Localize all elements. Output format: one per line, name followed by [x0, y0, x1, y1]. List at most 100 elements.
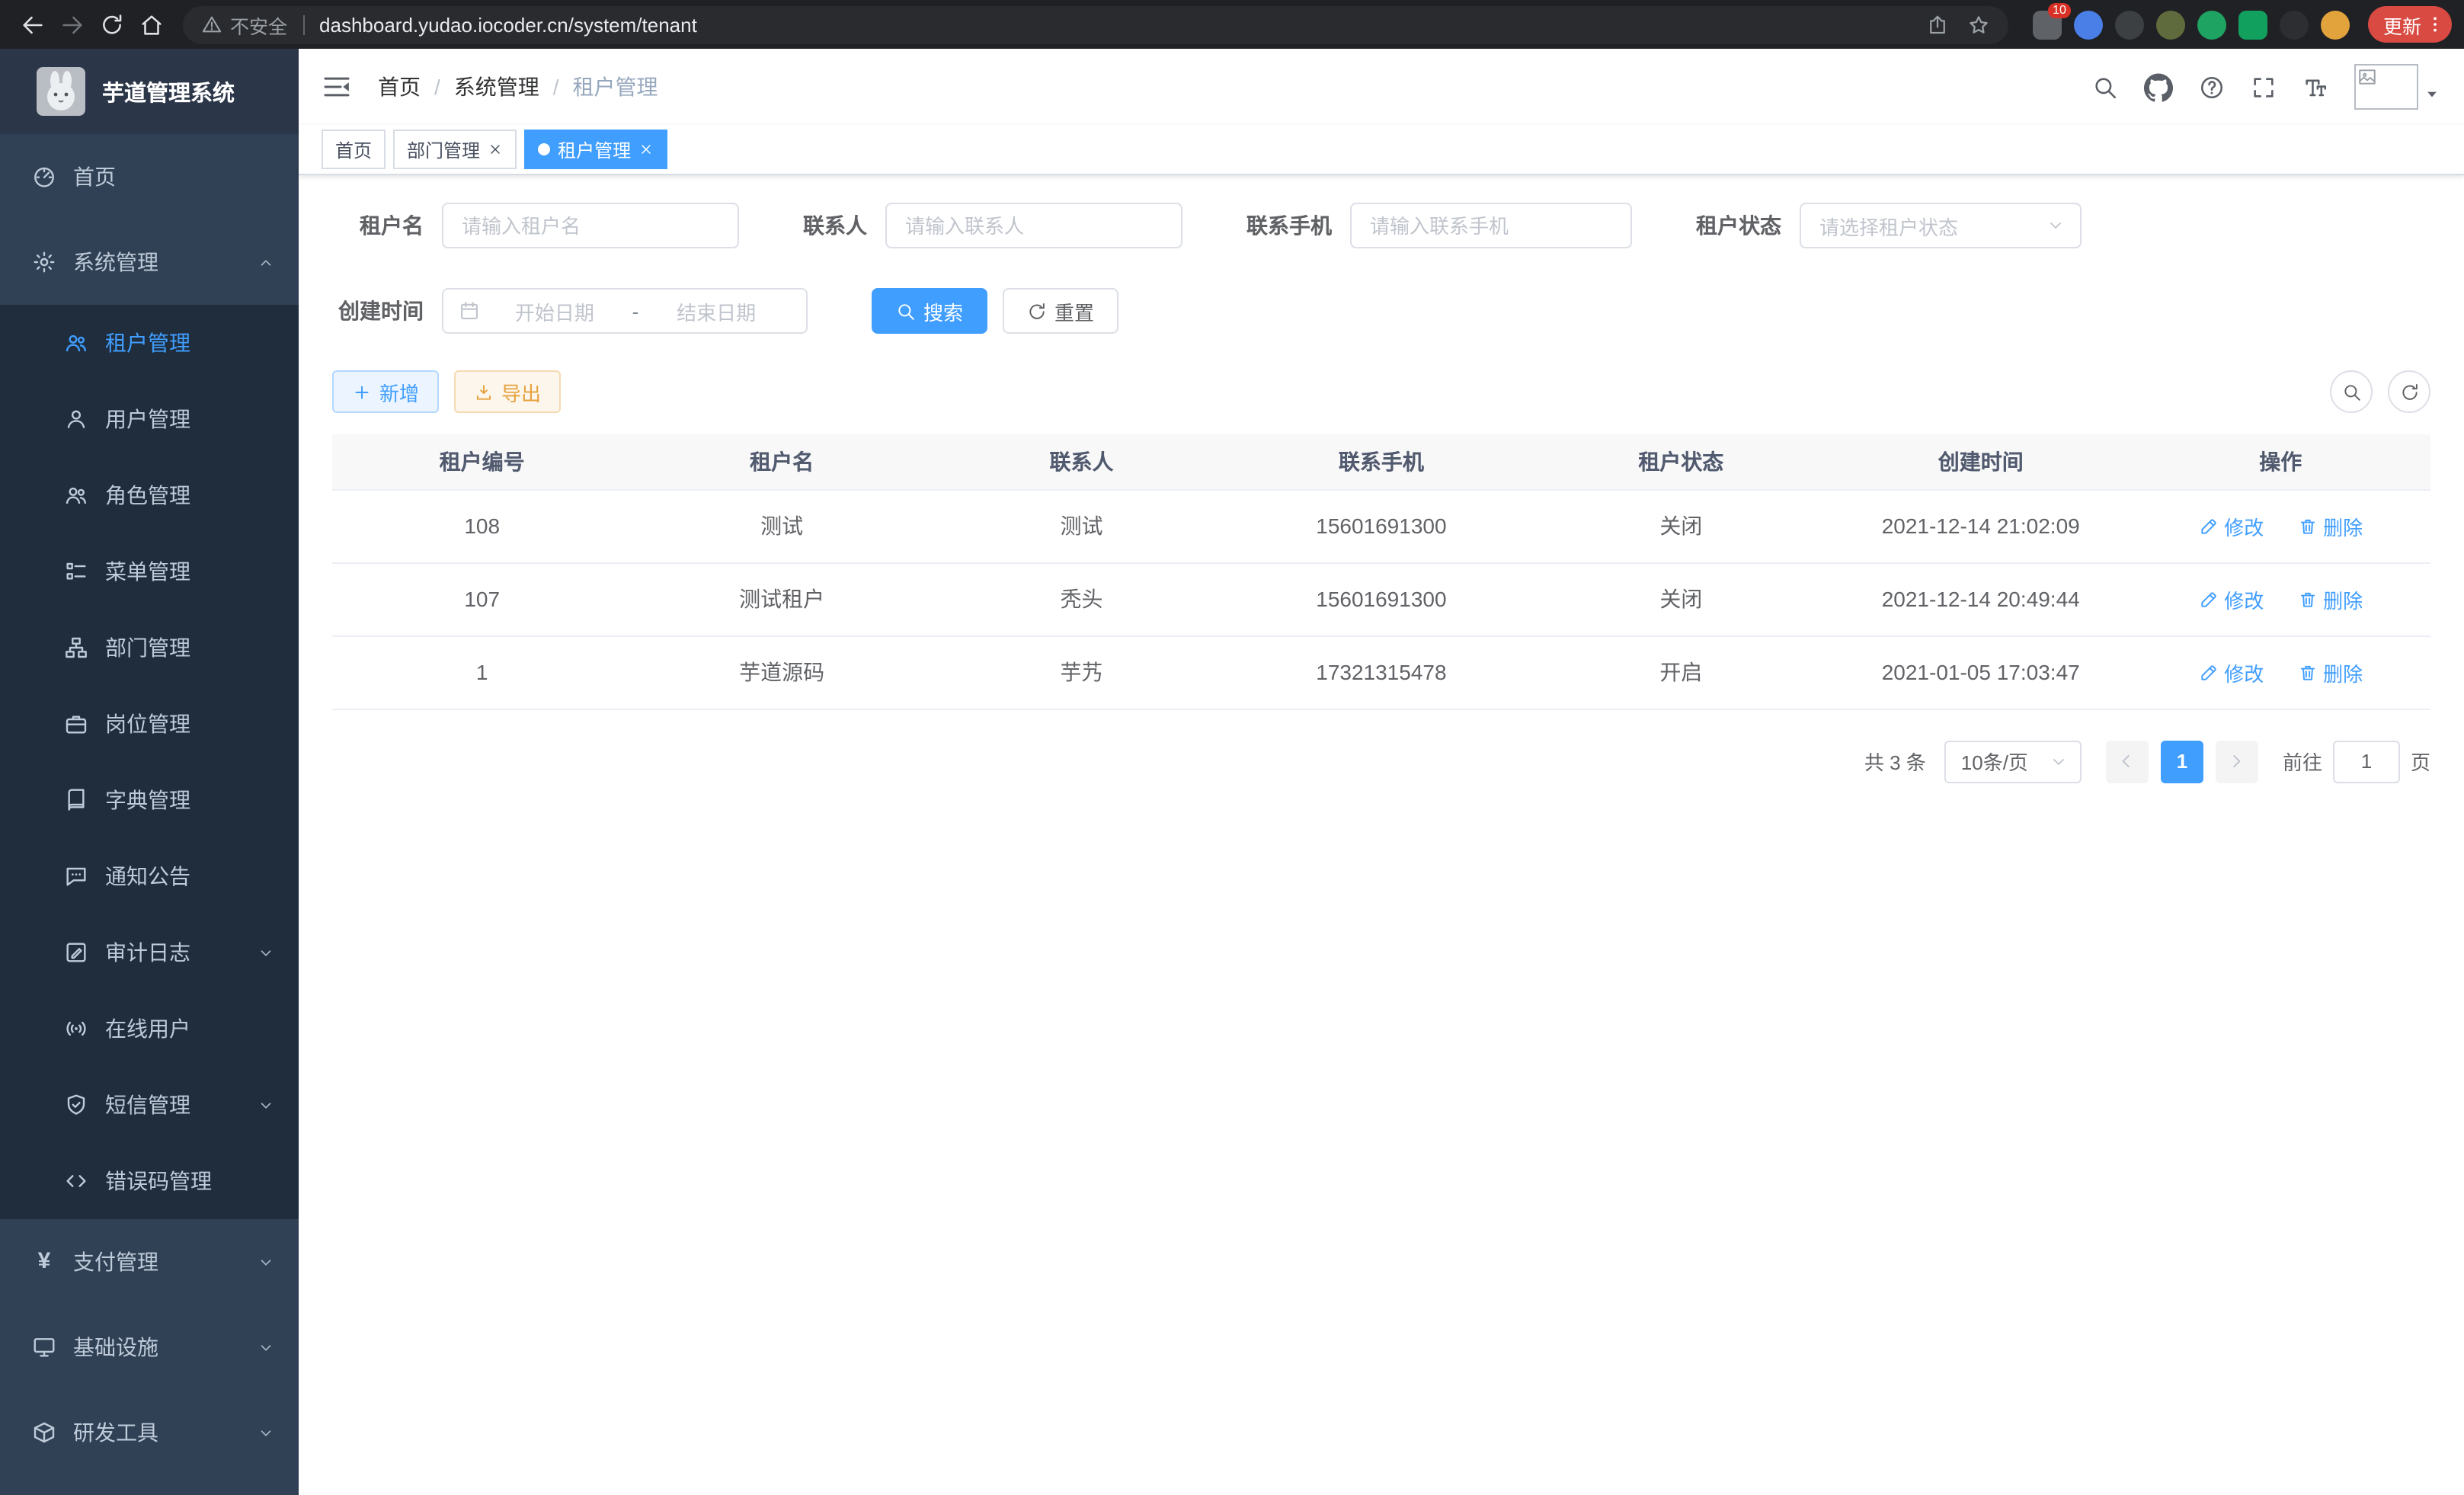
page-size-select[interactable]: 10条/页 [1944, 740, 2082, 783]
extension-icon[interactable] [2238, 10, 2267, 39]
browser-home-button[interactable] [131, 5, 171, 44]
sidebar-item-post[interactable]: 岗位管理 [0, 686, 299, 762]
sidebar-toggle-button[interactable] [322, 70, 355, 104]
sidebar-group-audit-log[interactable]: 审计日志 [0, 914, 299, 991]
delete-link[interactable]: 删除 [2297, 511, 2363, 540]
breadcrumb-separator: / [434, 75, 440, 99]
sidebar-group-sms[interactable]: 短信管理 [0, 1067, 299, 1143]
sidebar-item-role[interactable]: 角色管理 [0, 457, 299, 533]
sidebar-item-home[interactable]: 首页 [0, 134, 299, 219]
sidebar-item-dept[interactable]: 部门管理 [0, 610, 299, 686]
back-icon [19, 11, 45, 37]
refresh-icon [2399, 382, 2419, 402]
tab-tenant[interactable]: 租户管理 [524, 130, 667, 169]
browser-forward-button[interactable] [52, 5, 91, 44]
edit-link[interactable]: 修改 [2198, 658, 2264, 687]
share-icon[interactable] [1926, 13, 1949, 36]
page-number-button[interactable]: 1 [2161, 740, 2203, 783]
puzzle-extensions-icon[interactable] [2280, 10, 2309, 39]
table-row[interactable]: 107 测试租户 秃头 15601691300 关闭 2021-12-14 20… [332, 562, 2430, 635]
page-content: 租户名 联系人 联系手机 租户状态 [299, 175, 2464, 1495]
tenant-name-input[interactable] [442, 203, 739, 248]
sidebar-group-pay[interactable]: ¥ 支付管理 [0, 1219, 299, 1305]
phone-input[interactable] [1350, 203, 1632, 248]
fullscreen-button[interactable] [2251, 74, 2277, 100]
next-page-button[interactable] [2216, 740, 2258, 783]
browser-update-button[interactable]: 更新 [2368, 6, 2452, 43]
sidebar-group-devtool[interactable]: 研发工具 [0, 1390, 299, 1475]
font-size-button[interactable] [2302, 74, 2328, 100]
delete-link[interactable]: 删除 [2297, 584, 2363, 613]
security-status[interactable]: 不安全 [201, 10, 287, 39]
extension-icon[interactable]: 10 [2033, 10, 2062, 39]
sidebar-group-infra[interactable]: 基础设施 [0, 1305, 299, 1390]
table-header-row: 租户编号 租户名 联系人 联系手机 租户状态 创建时间 操作 [332, 434, 2430, 489]
app-title: 芋道管理系统 [102, 75, 235, 107]
sidebar-item-errcode[interactable]: 错误码管理 [0, 1143, 299, 1219]
sidebar-item-label: 字典管理 [105, 785, 190, 815]
refresh-table-button[interactable] [2388, 370, 2430, 413]
close-icon[interactable] [488, 142, 503, 157]
sidebar-group-system[interactable]: 系统管理 [0, 219, 299, 305]
sidebar-item-label: 支付管理 [73, 1247, 158, 1277]
sidebar-item-user[interactable]: 用户管理 [0, 381, 299, 457]
delete-link[interactable]: 删除 [2297, 658, 2363, 687]
tenant-name-label: 租户名 [332, 210, 424, 241]
created-cell: 2021-12-14 21:02:09 [1831, 489, 2130, 562]
search-button[interactable]: 搜索 [872, 288, 987, 334]
contact-cell: 测试 [932, 489, 1231, 562]
prev-page-button[interactable] [2106, 740, 2149, 783]
user-menu[interactable] [2354, 64, 2440, 110]
status-select[interactable]: 请选择租户状态 [1800, 203, 2082, 248]
extension-icon[interactable] [2156, 10, 2185, 39]
chevron-down-icon [258, 944, 274, 961]
export-button[interactable]: 导出 [454, 370, 561, 413]
browser-back-button[interactable] [12, 5, 52, 44]
tab-dept[interactable]: 部门管理 [393, 130, 517, 169]
contact-cell: 芋艿 [932, 635, 1231, 709]
extension-icon[interactable] [2197, 10, 2226, 39]
url-text[interactable]: dashboard.yudao.iocoder.cn/system/tenant [319, 13, 1926, 36]
sidebar-item-dict[interactable]: 字典管理 [0, 762, 299, 838]
tab-home[interactable]: 首页 [322, 130, 386, 169]
peoples-icon [64, 331, 88, 355]
sidebar-item-tenant[interactable]: 租户管理 [0, 305, 299, 381]
profile-avatar-icon[interactable] [2321, 10, 2350, 39]
navbar-tools [2092, 64, 2464, 110]
sidebar-item-menu[interactable]: 菜单管理 [0, 533, 299, 610]
contact-input[interactable] [885, 203, 1182, 248]
extension-icon[interactable] [2074, 10, 2103, 39]
add-button[interactable]: 新增 [332, 370, 439, 413]
code-icon [64, 1169, 88, 1193]
toggle-search-button[interactable] [2330, 370, 2373, 413]
breadcrumb-system: 系统管理 [454, 72, 539, 102]
address-bar[interactable]: 不安全 dashboard.yudao.iocoder.cn/system/te… [183, 5, 2008, 43]
edit-link[interactable]: 修改 [2198, 584, 2264, 613]
browser-reload-button[interactable] [91, 5, 131, 44]
star-bookmark-icon[interactable] [1967, 13, 1990, 36]
github-link[interactable] [2144, 72, 2173, 101]
sidebar-item-online-user[interactable]: 在线用户 [0, 991, 299, 1067]
form-icon [64, 940, 88, 965]
header-search-button[interactable] [2092, 74, 2118, 100]
edit-link[interactable]: 修改 [2198, 511, 2264, 540]
chevron-down-icon [2046, 216, 2065, 235]
help-doc-button[interactable] [2199, 74, 2225, 100]
extension-icon[interactable] [2115, 10, 2144, 39]
sidebar-item-label: 在线用户 [105, 1013, 190, 1044]
shield-icon [64, 1093, 88, 1117]
created-cell: 2021-01-05 17:03:47 [1831, 635, 2130, 709]
broken-image-icon [2357, 67, 2377, 87]
goto-page-input[interactable] [2333, 740, 2400, 783]
status-cell: 关闭 [1531, 562, 1831, 635]
table-row[interactable]: 108 测试 测试 15601691300 关闭 2021-12-14 21:0… [332, 489, 2430, 562]
close-icon[interactable] [638, 142, 654, 157]
breadcrumb-home[interactable]: 首页 [378, 72, 421, 102]
reset-button[interactable]: 重置 [1003, 288, 1118, 334]
edit-icon [2198, 662, 2218, 682]
kebab-menu-icon [2424, 14, 2446, 35]
sidebar-item-notice[interactable]: 通知公告 [0, 838, 299, 914]
create-time-range-picker[interactable]: 开始日期 - 结束日期 [442, 288, 808, 334]
table-row[interactable]: 1 芋道源码 芋艿 17321315478 开启 2021-01-05 17:0… [332, 635, 2430, 709]
page-size-value: 10条/页 [1961, 747, 2028, 776]
